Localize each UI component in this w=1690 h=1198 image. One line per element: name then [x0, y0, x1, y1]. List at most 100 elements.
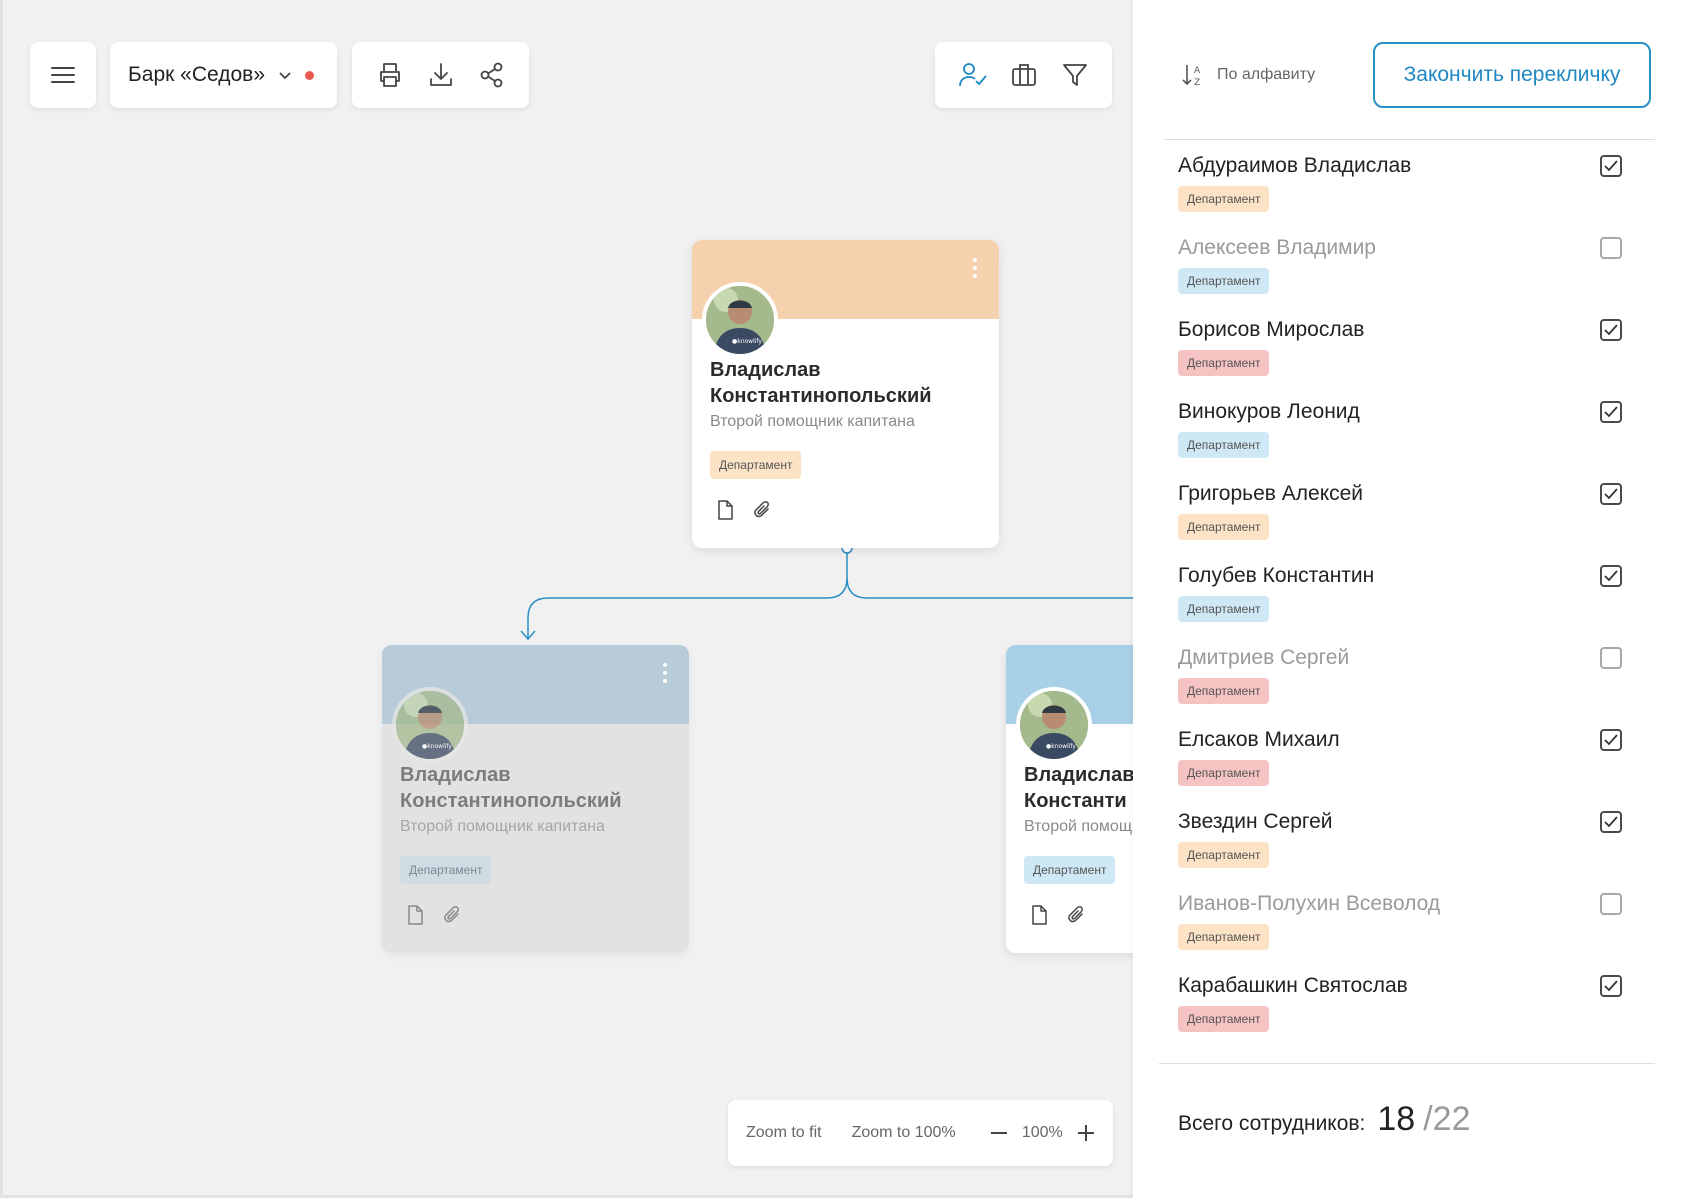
connector-path: [527, 553, 848, 638]
document-icon[interactable]: [714, 499, 736, 521]
download-icon[interactable]: [425, 59, 457, 91]
sort-label: По алфавиту: [1217, 66, 1316, 83]
svg-text:●knowlify: ●knowlify: [1046, 743, 1076, 750]
chevron-down-icon: [277, 59, 293, 91]
print-icon[interactable]: [374, 59, 406, 91]
sort-alphabetical-button[interactable]: AZ По алфавиту: [1181, 59, 1315, 91]
connector-lines: [520, 542, 1133, 641]
employee-name: Владислав Константи: [1024, 762, 1133, 814]
svg-text:A: A: [1194, 66, 1201, 76]
connector-path-right: [846, 577, 1133, 599]
attendance-checkbox[interactable]: [1600, 565, 1622, 587]
name-line-2: Константинопольский: [710, 385, 932, 407]
attendance-checkbox[interactable]: [1600, 811, 1622, 833]
attendance-checkbox[interactable]: [1600, 155, 1622, 177]
roll-call-panel: AZ По алфавиту Закончить перекличку Абду…: [1133, 0, 1690, 1198]
department-tag: Департамент: [1178, 514, 1270, 540]
employee-role: Второй помощн: [1024, 818, 1133, 835]
zoom-to-100-button[interactable]: Zoom to 100%: [852, 1124, 956, 1142]
zoom-to-fit-button[interactable]: Zoom to fit: [746, 1124, 822, 1142]
list-item[interactable]: Голубев Константин Департамент: [1133, 550, 1690, 632]
employee-card[interactable]: ●knowlify Владислав Константинопольский В…: [382, 645, 689, 953]
sort-az-icon: AZ: [1181, 59, 1207, 91]
share-icon[interactable]: [476, 59, 508, 91]
attendance-checkbox[interactable]: [1600, 483, 1622, 505]
employee-role: Второй помощник капитана: [710, 413, 915, 430]
list-item[interactable]: Алексеев Владимир Департамент: [1133, 222, 1690, 304]
attendance-checkbox[interactable]: [1600, 237, 1622, 259]
department-tag: Департамент: [710, 451, 802, 479]
svg-text:●knowlify: ●knowlify: [732, 338, 762, 345]
zoom-in-icon[interactable]: [1077, 1117, 1095, 1149]
attendance-checkbox[interactable]: [1600, 893, 1622, 915]
department-tag: Департамент: [400, 856, 492, 884]
employee-name: Владислав Константинопольский: [710, 357, 981, 409]
name-line-1: Владислав: [1024, 764, 1133, 786]
list-item[interactable]: Борисов Мирослав Департамент: [1133, 304, 1690, 386]
zoom-controls: Zoom to fit Zoom to 100% 100%: [728, 1100, 1113, 1166]
employee-name: Владислав Константинопольский: [400, 762, 671, 814]
paperclip-icon[interactable]: [442, 904, 464, 926]
total-label: Всего сотрудников:: [1178, 1112, 1366, 1135]
employee-card[interactable]: ●knowlify Владислав Константи Второй помо…: [1006, 645, 1133, 953]
paperclip-icon[interactable]: [1066, 904, 1088, 926]
attendance-checkbox[interactable]: [1600, 647, 1622, 669]
employee-role: Второй помощник капитана: [400, 818, 605, 835]
document-icon[interactable]: [404, 904, 426, 926]
department-tag: Департамент: [1178, 596, 1270, 622]
department-tag: Департамент: [1178, 350, 1270, 376]
ship-name: Барк «Седов»: [128, 63, 265, 86]
attendance-checkbox[interactable]: [1600, 975, 1622, 997]
list-item[interactable]: Елсаков Михаил Департамент: [1133, 714, 1690, 796]
department-tag: Департамент: [1178, 186, 1270, 212]
list-item[interactable]: Абдураимов Владислав Департамент: [1133, 140, 1690, 222]
avatar: ●knowlify: [702, 282, 778, 358]
status-dot: [305, 70, 314, 80]
view-toolbar: [935, 42, 1112, 108]
document-icon[interactable]: [1028, 904, 1050, 926]
list-item[interactable]: Звездин Сергей Департамент: [1133, 796, 1690, 878]
zoom-level: 100%: [1021, 1124, 1063, 1141]
finish-roll-call-button[interactable]: Закончить перекличку: [1373, 42, 1651, 108]
roll-call-icon[interactable]: [957, 59, 989, 91]
divider: [1159, 1063, 1655, 1064]
department-tag: Департамент: [1178, 760, 1270, 786]
menu-button[interactable]: [30, 42, 96, 108]
list-item[interactable]: Григорьев Алексей Департамент: [1133, 468, 1690, 550]
paperclip-icon[interactable]: [752, 499, 774, 521]
zoom-out-icon[interactable]: [990, 1117, 1008, 1149]
total-employees: Всего сотрудников: 18 /22: [1178, 1100, 1470, 1150]
kebab-menu-icon[interactable]: [973, 258, 977, 278]
avatar: ●knowlify: [1016, 687, 1092, 763]
export-toolbar: [352, 42, 529, 108]
svg-text:●knowlify: ●knowlify: [422, 743, 452, 750]
briefcase-icon[interactable]: [1008, 59, 1040, 91]
department-tag: Департамент: [1178, 268, 1270, 294]
employee-list[interactable]: Абдураимов Владислав Департамент Алексее…: [1133, 140, 1690, 1064]
hamburger-icon: [47, 59, 79, 91]
filter-icon[interactable]: [1059, 59, 1091, 91]
department-tag: Департамент: [1024, 856, 1116, 884]
department-tag: Департамент: [1178, 924, 1270, 950]
list-item[interactable]: Винокуров Леонид Департамент: [1133, 386, 1690, 468]
attendance-checkbox[interactable]: [1600, 401, 1622, 423]
name-line-2: Константи: [1024, 790, 1127, 812]
employee-card[interactable]: ●knowlify Владислав Константинопольский В…: [692, 240, 999, 548]
department-tag: Департамент: [1178, 842, 1270, 868]
svg-text:Z: Z: [1194, 78, 1200, 88]
attendance-checkbox[interactable]: [1600, 319, 1622, 341]
org-chart-canvas[interactable]: Барк «Седов» ●knowlify Владислав Констан…: [0, 0, 1133, 1198]
list-item[interactable]: Дмитриев Сергей Департамент: [1133, 632, 1690, 714]
department-tag: Департамент: [1178, 678, 1270, 704]
total-all-count: /22: [1423, 1100, 1471, 1138]
name-line-1: Владислав: [400, 764, 511, 786]
name-line-1: Владислав: [710, 359, 821, 381]
attendance-checkbox[interactable]: [1600, 729, 1622, 751]
avatar: ●knowlify: [392, 687, 468, 763]
department-tag: Департамент: [1178, 432, 1270, 458]
department-tag: Департамент: [1178, 1006, 1270, 1032]
kebab-menu-icon[interactable]: [663, 663, 667, 683]
ship-selector[interactable]: Барк «Седов»: [110, 42, 337, 108]
list-item[interactable]: Иванов-Полухин Всеволод Департамент: [1133, 878, 1690, 960]
list-item[interactable]: Карабашкин Святослав Департамент: [1133, 960, 1690, 1042]
